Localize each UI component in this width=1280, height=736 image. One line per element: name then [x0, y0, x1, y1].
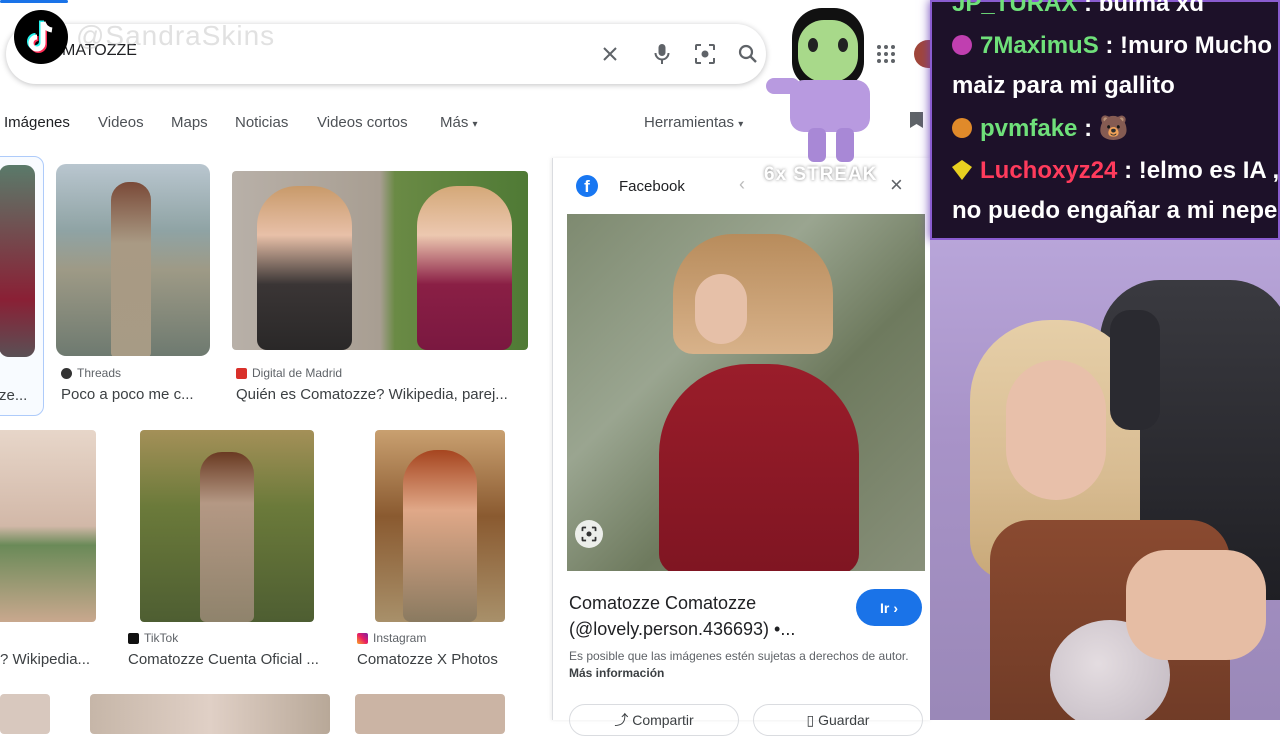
- tab-maps[interactable]: Maps: [171, 114, 208, 131]
- result-caption[interactable]: ? Wikipedia...: [0, 651, 96, 668]
- result-caption[interactable]: Comatozze Cuenta Oficial ...: [128, 651, 328, 668]
- microphone-icon[interactable]: [650, 42, 674, 66]
- preview-source[interactable]: Facebook: [619, 178, 685, 195]
- preview-image[interactable]: [567, 214, 925, 571]
- tab-more-label: Más: [440, 114, 469, 131]
- result-caption[interactable]: Quién es Comatozze? Wikipedia, parej...: [236, 386, 526, 403]
- preview-panel: f Facebook ‹ × Comatozze Comatozze (@lov…: [552, 158, 931, 736]
- share-button[interactable]: ⤴ Compartir: [569, 704, 739, 736]
- tab-short-videos[interactable]: Videos cortos: [317, 114, 408, 131]
- result-image[interactable]: [0, 430, 96, 622]
- selected-result-card[interactable]: ze...: [0, 156, 44, 416]
- result-source: TikTok: [128, 631, 178, 645]
- result-caption[interactable]: ze...: [0, 387, 39, 404]
- subscriber-badge-icon: [952, 35, 972, 55]
- go-button[interactable]: Ir ›: [856, 589, 922, 626]
- active-tab-indicator: [0, 0, 68, 3]
- tab-videos[interactable]: Videos: [98, 114, 144, 131]
- tools-label: Herramientas: [644, 114, 735, 131]
- caret-down-icon: ▾: [472, 119, 478, 130]
- streak-label: 6x STREAK: [764, 164, 878, 185]
- result-source: Threads: [61, 366, 121, 380]
- result-source: Instagram: [357, 631, 426, 645]
- close-icon[interactable]: ×: [890, 172, 903, 198]
- more-info-link[interactable]: Más información: [569, 666, 664, 680]
- search-icon[interactable]: [736, 42, 760, 66]
- result-image[interactable]: [355, 694, 505, 734]
- previous-arrow-icon[interactable]: ‹: [739, 174, 745, 195]
- chat-message-cont: maiz para mi gallito: [952, 72, 1175, 99]
- tools-button[interactable]: Herramientas ▾: [644, 114, 743, 131]
- copyright-notice: Es posible que las imágenes estén sujeta…: [569, 649, 909, 680]
- tab-images[interactable]: Imágenes: [4, 114, 70, 131]
- result-image[interactable]: [56, 164, 210, 356]
- chat-message: Luchoxyz24 : !elmo es IA ,: [952, 157, 1279, 185]
- diamond-badge-icon: [952, 160, 972, 180]
- webcam-feed: [930, 240, 1280, 720]
- save-button[interactable]: ▯ Guardar: [753, 704, 923, 736]
- chat-username: 7MaximuS: [980, 32, 1099, 59]
- result-image[interactable]: [140, 430, 314, 622]
- chat-message: pvmfake : 🐻: [952, 114, 1129, 143]
- chat-username: pvmfake: [980, 115, 1078, 142]
- facebook-icon: f: [576, 175, 598, 197]
- caret-down-icon: ▾: [738, 119, 744, 130]
- chat-message: 7MaximuS : !muro Mucho: [952, 32, 1272, 60]
- result-source: Digital de Madrid: [236, 366, 342, 380]
- tab-more[interactable]: Más ▾: [440, 114, 478, 131]
- result-image[interactable]: [375, 430, 505, 622]
- subscriber-badge-icon: [952, 118, 972, 138]
- bookmark-icon[interactable]: [910, 112, 923, 128]
- result-image[interactable]: [90, 694, 330, 734]
- preview-title[interactable]: Comatozze Comatozze (@lovely.person.4366…: [569, 590, 795, 642]
- result-image[interactable]: [232, 171, 528, 350]
- stream-chat: JP_TURAX : bulma xd 7MaximuS : !muro Muc…: [930, 0, 1280, 240]
- result-image[interactable]: [0, 694, 50, 734]
- lens-icon[interactable]: [693, 42, 717, 66]
- chat-message-cont: no puedo engañar a mi nepe: [952, 197, 1278, 224]
- result-caption[interactable]: Poco a poco me c...: [61, 386, 211, 403]
- avatar-sticker: 6x STREAK: [760, 8, 890, 186]
- chat-message: JP_TURAX : bulma xd: [952, 0, 1204, 18]
- tiktok-logo: [14, 10, 68, 64]
- clear-icon[interactable]: [598, 42, 622, 66]
- watermark-text: @SandraSkins: [76, 20, 276, 51]
- chevron-right-icon: ›: [893, 599, 898, 616]
- chat-username: JP_TURAX: [952, 0, 1078, 17]
- result-image[interactable]: [0, 165, 35, 357]
- result-caption[interactable]: Comatozze X Photos: [357, 651, 537, 668]
- chat-username: Luchoxyz24: [980, 157, 1118, 184]
- lens-search-icon[interactable]: [575, 520, 603, 548]
- tab-news[interactable]: Noticias: [235, 114, 288, 131]
